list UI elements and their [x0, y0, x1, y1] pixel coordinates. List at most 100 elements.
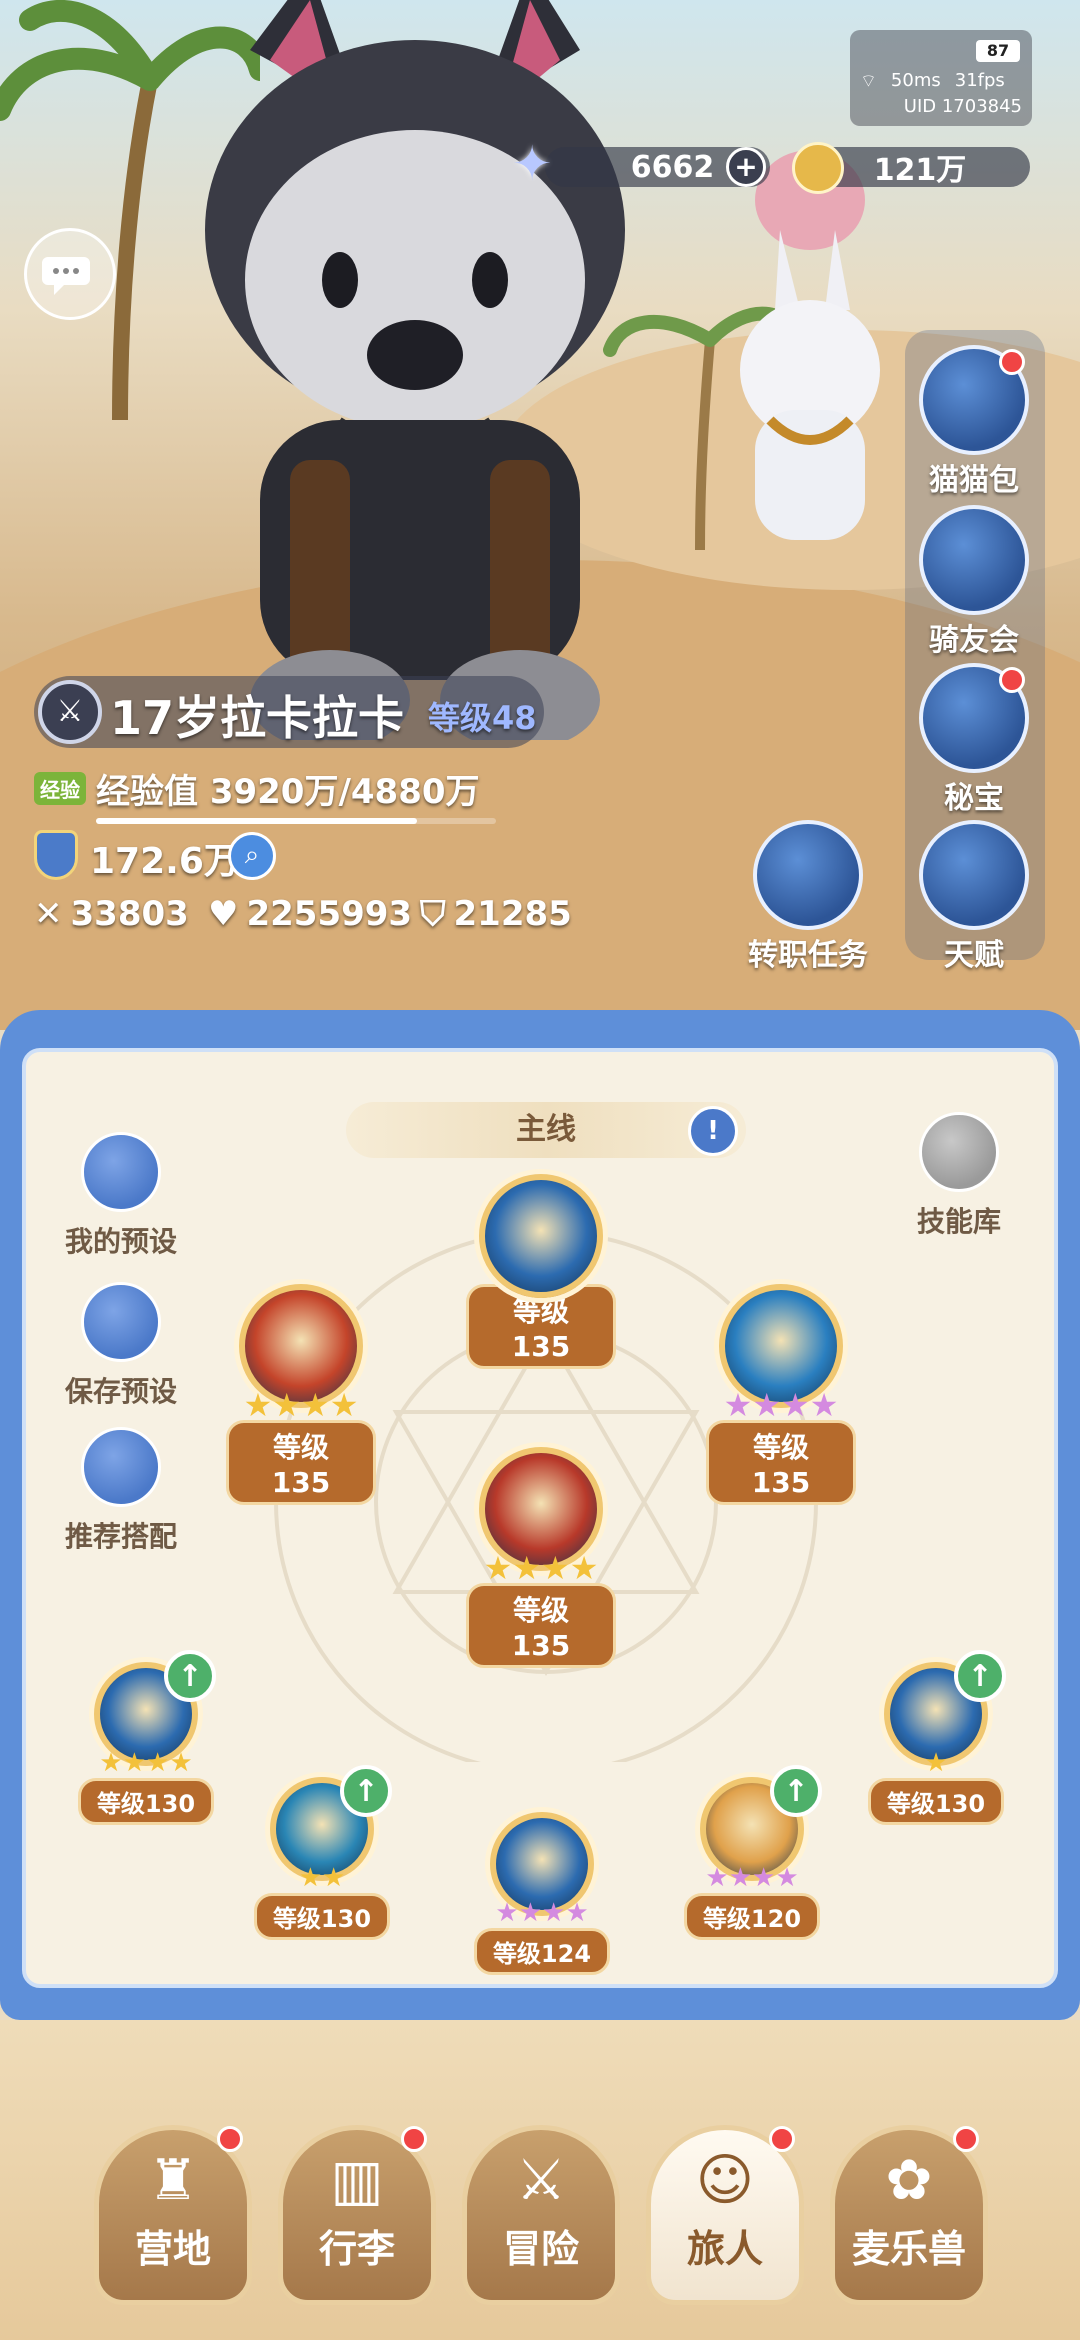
- nav-adventure[interactable]: ⚔ 冒险: [462, 2125, 620, 2305]
- quest-book-icon[interactable]: !: [688, 1106, 738, 1156]
- star-icon: ★: [298, 1863, 322, 1893]
- star-icon: ★: [924, 1748, 948, 1778]
- star-icon: ★: [322, 1863, 346, 1893]
- star-icon: ★: [705, 1863, 729, 1893]
- notification-dot: [999, 349, 1025, 375]
- side-button-cat-bag[interactable]: 猫猫包: [914, 345, 1034, 499]
- side-button-label: 天赋: [944, 938, 1004, 973]
- upgrade-arrow-icon[interactable]: ↑: [340, 1765, 392, 1817]
- chat-bubble-icon: [42, 257, 90, 295]
- fox-pet-icon: ✿: [885, 2148, 933, 2213]
- heart-icon: ♥: [208, 894, 239, 934]
- nav-luggage[interactable]: ▥ 行李: [278, 2125, 436, 2305]
- save-preset-button[interactable]: 保存预设: [56, 1282, 186, 1410]
- my-presets-button[interactable]: 我的预设: [56, 1132, 186, 1260]
- power-detail-button[interactable]: ⌕: [228, 832, 276, 880]
- skill-stars: ★ ★ ★ ★: [706, 1386, 856, 1424]
- side-button-label: 骑友会: [929, 623, 1019, 658]
- side-button-label: 猫猫包: [929, 463, 1019, 498]
- side-button-talent[interactable]: 天赋: [914, 820, 1034, 974]
- coin-count: 121万: [873, 153, 967, 188]
- class-emblem-icon: ⚔: [38, 680, 102, 744]
- star-icon: ★: [483, 1549, 513, 1587]
- skill-level-label: 等级124: [473, 1928, 611, 1975]
- skill-library-icon: [919, 1112, 999, 1192]
- tab-title: 主线: [516, 1112, 576, 1147]
- star-icon: ★: [728, 1863, 752, 1893]
- notification-dot: [769, 2126, 795, 2152]
- attack-value: 33803: [70, 894, 189, 934]
- add-currency-button[interactable]: +: [726, 147, 766, 187]
- skill-stars: ★: [866, 1748, 1006, 1778]
- crossed-swords-icon: ✕: [34, 894, 63, 934]
- nav-camp[interactable]: ♜ 营地: [94, 2125, 252, 2305]
- skill-library-button[interactable]: 技能库: [894, 1112, 1024, 1240]
- star-icon: ★: [301, 1386, 330, 1424]
- husky-mount-character: [205, 0, 625, 740]
- recommended-build-button[interactable]: 推荐搭配: [56, 1427, 186, 1555]
- player-name: 17岁拉卡拉卡: [110, 691, 405, 745]
- recommend-orbs-icon: [81, 1427, 161, 1507]
- star-icon: ★: [775, 1863, 799, 1893]
- nav-label: 营地: [134, 2227, 211, 2271]
- star-icon: ★: [329, 1386, 359, 1424]
- skill-slot-lower-left-2[interactable]: ↑ ★ ★ 等级130: [252, 1765, 392, 1940]
- upgrade-arrow-icon[interactable]: ↑: [164, 1650, 216, 1702]
- star-count: 6662: [630, 149, 715, 185]
- backpack-icon: ▥: [330, 2148, 384, 2213]
- star-icon: ★: [122, 1748, 146, 1778]
- job-quest-label: 转职任务: [748, 938, 868, 973]
- ping-text: 50ms: [890, 70, 941, 91]
- star-icon: ★: [569, 1549, 599, 1587]
- power-shield-icon: [34, 830, 78, 880]
- star-icon: ★: [169, 1748, 193, 1778]
- left-button-label: 我的预设: [64, 1225, 177, 1258]
- star-icon: ★: [542, 1898, 566, 1928]
- upgrade-arrow-icon[interactable]: ↑: [770, 1765, 822, 1817]
- attack-stat: ✕ 33803: [34, 894, 189, 934]
- nav-traveler[interactable]: ☺ 旅人: [646, 2125, 804, 2305]
- exp-bar-fill: [96, 818, 418, 824]
- star-icon: ★: [723, 1386, 753, 1424]
- cat-bag-icon: [919, 345, 1029, 455]
- skill-slot-top[interactable]: 等级135: [466, 1174, 616, 1369]
- star-icon: ★: [146, 1748, 170, 1778]
- left-button-label: 保存预设: [64, 1375, 177, 1408]
- treasure-chest-icon: [919, 663, 1029, 773]
- battery-level: 87: [986, 41, 1010, 60]
- skill-slot-upper-right[interactable]: ★ ★ ★ ★ 等级135: [706, 1284, 856, 1505]
- side-button-rider-club[interactable]: 骑友会: [914, 505, 1034, 659]
- star-icon: ★: [565, 1898, 589, 1928]
- notification-dot: [953, 2126, 979, 2152]
- chat-button[interactable]: [24, 228, 116, 320]
- side-button-treasure[interactable]: 秘宝: [914, 663, 1034, 817]
- search-icon: ⌕: [244, 840, 260, 870]
- nav-pets[interactable]: ✿ 麦乐兽: [830, 2125, 988, 2305]
- hp-value: 2255993: [246, 894, 413, 934]
- skill-slot-lower-left-1[interactable]: ↑ ★ ★ ★ ★ 等级130: [76, 1650, 216, 1825]
- star-icon: ★: [752, 1863, 776, 1893]
- crown-icon: [753, 820, 863, 930]
- crossed-swords-icon: ⚔: [515, 2148, 567, 2213]
- bunny-rider-character: [740, 150, 880, 540]
- skill-slot-lower-right-2[interactable]: ↑ ★ ★ ★ ★ 等级120: [682, 1765, 822, 1940]
- upgrade-arrow-icon[interactable]: ↑: [954, 1650, 1006, 1702]
- uid-text: UID 1703845: [903, 96, 1022, 117]
- skill-slot-center[interactable]: ★ ★ ★ ★ 等级135: [466, 1447, 616, 1668]
- nav-label: 麦乐兽: [851, 2227, 966, 2271]
- preset-cards-icon: [81, 1132, 161, 1212]
- job-quest-button[interactable]: 转职任务: [738, 820, 878, 974]
- skill-icon: [479, 1174, 603, 1298]
- star-icon: ★: [495, 1898, 519, 1928]
- notification-dot: [401, 2126, 427, 2152]
- skill-slot-lower-right-1[interactable]: ↑ ★ 等级130: [866, 1650, 1006, 1825]
- exp-text: 经验值 3920万/4880万: [96, 772, 480, 812]
- skill-library-label: 技能库: [916, 1205, 1001, 1238]
- skill-slot-upper-left[interactable]: ★ ★ ★ ★ 等级135: [226, 1284, 376, 1505]
- skill-slot-bottom[interactable]: ★ ★ ★ ★ 等级124: [472, 1812, 612, 1975]
- talent-head-icon: [919, 820, 1029, 930]
- hp-stat: ♥ 2255993: [208, 894, 412, 934]
- tab-main-line[interactable]: 主线: [346, 1102, 746, 1158]
- nav-label: 冒险: [502, 2227, 579, 2271]
- star-icon: ★: [541, 1549, 570, 1587]
